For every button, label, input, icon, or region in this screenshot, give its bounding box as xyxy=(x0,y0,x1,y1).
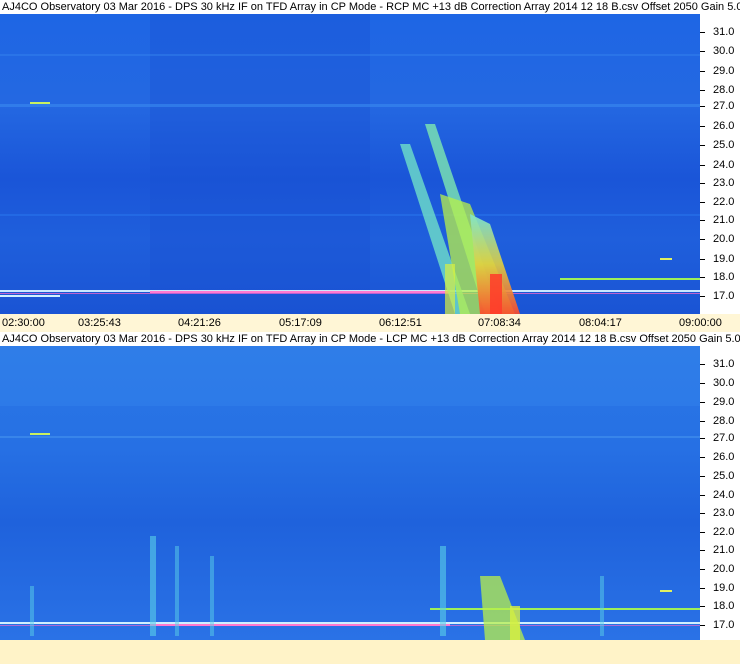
time-tick: 05:17:09 xyxy=(279,317,322,329)
freq-tick: 29.0 xyxy=(700,65,740,77)
freq-tick: 28.0 xyxy=(700,415,740,427)
freq-tick: 18.0 xyxy=(700,271,740,283)
frequency-axis-lcp: 31.0 30.0 29.0 28.0 27.0 26.0 25.0 24.0 … xyxy=(700,346,740,640)
bottom-bar xyxy=(0,640,740,664)
freq-tick: 20.0 xyxy=(700,233,740,245)
freq-tick: 25.0 xyxy=(700,139,740,151)
time-tick: 08:04:17 xyxy=(579,317,622,329)
panel-title-lcp: AJ4CO Observatory 03 Mar 2016 - DPS 30 k… xyxy=(0,332,740,346)
freq-tick: 30.0 xyxy=(700,45,740,57)
time-tick: 06:12:51 xyxy=(379,317,422,329)
freq-tick: 17.0 xyxy=(700,619,740,631)
freq-tick: 28.0 xyxy=(700,84,740,96)
freq-tick: 24.0 xyxy=(700,159,740,171)
freq-tick: 27.0 xyxy=(700,432,740,444)
freq-tick: 24.0 xyxy=(700,489,740,501)
time-tick: 03:25:43 xyxy=(78,317,121,329)
freq-tick: 31.0 xyxy=(700,358,740,370)
freq-tick: 27.0 xyxy=(700,100,740,112)
panel-title-rcp: AJ4CO Observatory 03 Mar 2016 - DPS 30 k… xyxy=(0,0,740,14)
freq-tick: 19.0 xyxy=(700,582,740,594)
freq-tick: 22.0 xyxy=(700,526,740,538)
freq-tick: 23.0 xyxy=(700,177,740,189)
freq-tick: 26.0 xyxy=(700,120,740,132)
freq-tick: 21.0 xyxy=(700,544,740,556)
freq-tick: 22.0 xyxy=(700,196,740,208)
freq-tick: 23.0 xyxy=(700,507,740,519)
freq-tick: 29.0 xyxy=(700,396,740,408)
time-tick: 07:08:34 xyxy=(478,317,521,329)
freq-tick: 19.0 xyxy=(700,253,740,265)
spectrogram-rcp-canvas xyxy=(0,14,700,314)
time-tick: 04:21:26 xyxy=(178,317,221,329)
time-axis: 02:30:00 03:25:43 04:21:26 05:17:09 06:1… xyxy=(0,314,740,332)
spectrogram-rcp[interactable] xyxy=(0,14,700,314)
time-tick: 02:30:00 xyxy=(2,317,45,329)
freq-tick: 25.0 xyxy=(700,470,740,482)
frequency-axis-rcp: 31.0 30.0 29.0 28.0 27.0 26.0 25.0 24.0 … xyxy=(700,14,740,314)
freq-tick: 18.0 xyxy=(700,600,740,612)
time-tick: 09:00:00 xyxy=(679,317,722,329)
freq-tick: 30.0 xyxy=(700,377,740,389)
freq-tick: 20.0 xyxy=(700,563,740,575)
freq-tick: 26.0 xyxy=(700,451,740,463)
freq-tick: 21.0 xyxy=(700,214,740,226)
freq-tick: 31.0 xyxy=(700,26,740,38)
freq-tick: 17.0 xyxy=(700,290,740,302)
spectrogram-lcp-canvas xyxy=(0,346,700,640)
spectrogram-lcp[interactable] xyxy=(0,346,700,640)
